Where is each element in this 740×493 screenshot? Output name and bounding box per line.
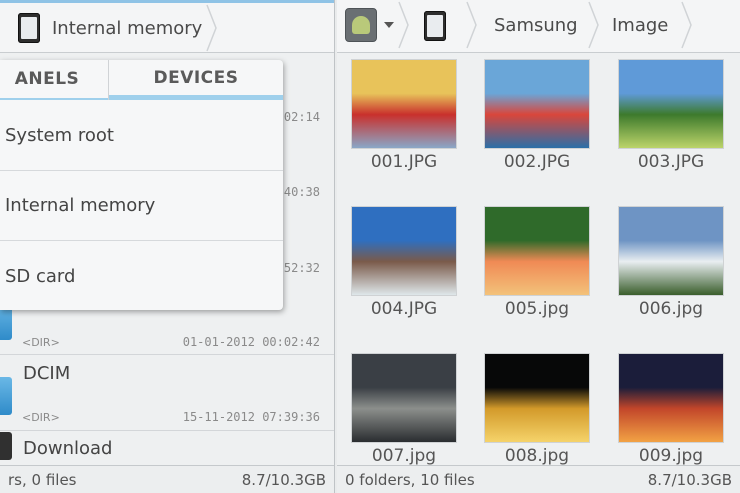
device-item-system-root[interactable]: System root <box>0 101 283 171</box>
folder-icon <box>0 377 12 415</box>
device-item-label: Internal memory <box>5 195 156 216</box>
image-filename: 003.JPG <box>637 152 705 172</box>
device-item-label: System root <box>5 125 114 146</box>
left-status-bar: rs, 0 files 8.7/10.3GB <box>0 465 334 493</box>
image-thumbnail[interactable] <box>484 59 590 149</box>
image-filename: 007.jpg <box>371 446 437 466</box>
tab-devices[interactable]: DEVICES <box>109 60 283 100</box>
storage-usage: 8.7/10.3GB <box>647 471 732 489</box>
breadcrumb-separator-icon <box>588 1 599 49</box>
device-item-label: SD card <box>5 265 76 287</box>
image-filename: 009.jpg <box>638 446 704 466</box>
image-thumbnail[interactable] <box>484 206 590 296</box>
device-item-sd-card[interactable]: SD card <box>0 241 283 310</box>
file-name: DCIM <box>23 363 71 384</box>
breadcrumb-internal-memory[interactable]: Internal memory <box>18 3 202 53</box>
device-item-internal-memory[interactable]: Internal memory <box>0 171 283 241</box>
tab-panels[interactable]: ANELS <box>0 60 108 100</box>
storage-usage: 8.7/10.3GB <box>241 471 326 489</box>
breadcrumb-label: Internal memory <box>52 17 203 39</box>
image-filename: 002.JPG <box>503 152 571 172</box>
file-name-download[interactable]: Download <box>23 438 112 459</box>
left-breadcrumb-bar: Internal memory <box>0 3 334 53</box>
breadcrumb-separator-icon <box>398 1 409 49</box>
file-date: 01-01-2012 00:02:42 <box>182 335 320 349</box>
dropdown-caret-icon[interactable] <box>384 22 394 28</box>
dir-label: <DIR> <box>22 411 60 424</box>
breadcrumb-device[interactable] <box>424 1 446 51</box>
folder-file-count: 0 folders, 10 files <box>345 471 475 489</box>
image-thumbnail[interactable] <box>484 353 590 443</box>
file-date: 15-11-2012 07:39:36 <box>182 410 320 424</box>
app-root: Internal memory 00:02:14 07:40:38 00:52:… <box>0 0 740 493</box>
image-thumbnail[interactable] <box>351 206 457 296</box>
list-item-dcim[interactable]: DCIM <DIR> 15-11-2012 07:39:36 <box>0 355 334 431</box>
image-filename: 001.JPG <box>370 152 438 172</box>
right-status-bar: 0 folders, 10 files 8.7/10.3GB <box>337 465 740 493</box>
image-filename: 005.jpg <box>504 299 570 319</box>
image-filename: 008.jpg <box>504 446 570 466</box>
dir-label: <DIR> <box>22 336 60 349</box>
right-breadcrumb-bar: Samsung Image <box>337 0 740 53</box>
breadcrumb-separator-icon <box>206 4 217 52</box>
breadcrumb-separator-icon <box>681 1 692 49</box>
breadcrumb-image[interactable]: Image <box>612 0 668 50</box>
image-thumbnail[interactable] <box>618 206 724 296</box>
folder-file-count: rs, 0 files <box>8 471 77 489</box>
breadcrumb-separator-icon <box>466 1 477 49</box>
left-pane: Internal memory 00:02:14 07:40:38 00:52:… <box>0 0 335 493</box>
tablet-icon <box>18 13 40 43</box>
devices-popup: ANELS DEVICES System root Internal memor… <box>0 60 283 310</box>
download-folder-icon <box>0 432 12 460</box>
right-pane: Samsung Image 001.JPG 002.JPG 003.JPG 004.J… <box>337 0 740 493</box>
image-thumbnail[interactable] <box>351 353 457 443</box>
image-thumbnail[interactable] <box>618 59 724 149</box>
android-menu-button[interactable] <box>345 8 377 42</box>
image-filename: 004.JPG <box>370 299 438 319</box>
image-thumbnail[interactable] <box>351 59 457 149</box>
breadcrumb-samsung[interactable]: Samsung <box>494 0 578 50</box>
image-thumbnail[interactable] <box>618 353 724 443</box>
image-filename: 006.jpg <box>638 299 704 319</box>
android-icon <box>352 16 370 34</box>
tablet-icon <box>424 11 446 41</box>
